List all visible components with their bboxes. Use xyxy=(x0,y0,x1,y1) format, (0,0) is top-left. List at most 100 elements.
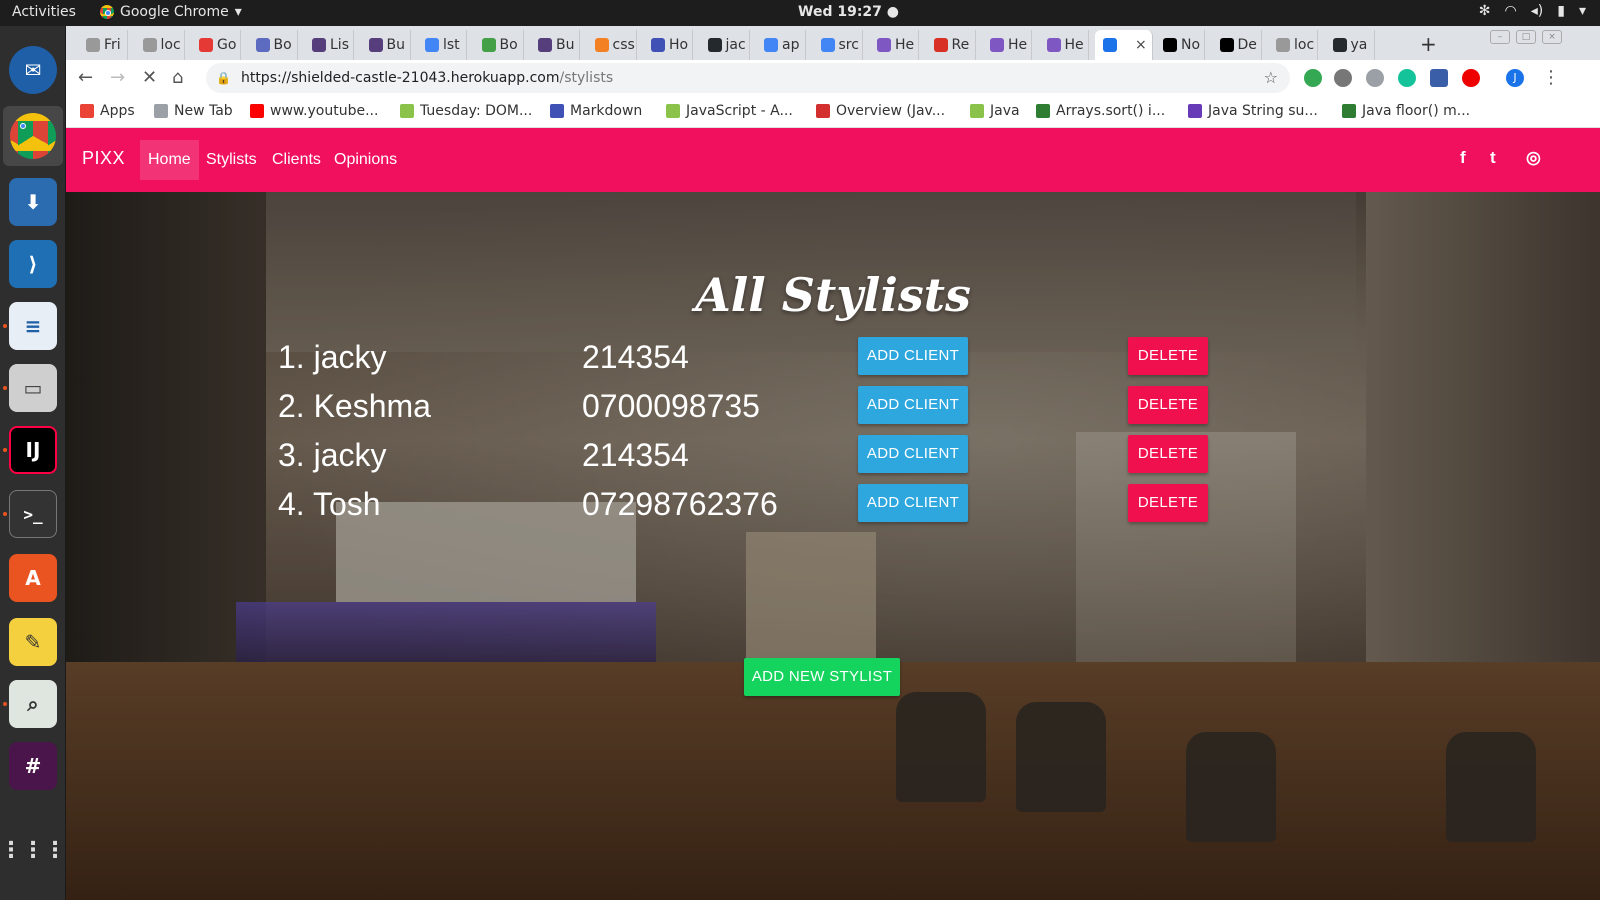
nav-home[interactable]: Home xyxy=(140,140,199,180)
bookmark-item[interactable]: Overview (Jav... xyxy=(816,103,945,119)
add-client-button[interactable]: ADD CLIENT xyxy=(858,484,968,522)
add-new-stylist-button[interactable]: ADD NEW STYLIST xyxy=(744,658,900,696)
app-grid-icon[interactable]: ⋮⋮⋮ xyxy=(0,826,66,874)
browser-tab[interactable]: loc xyxy=(135,30,185,60)
stop-loading-icon[interactable]: ✕ xyxy=(142,67,157,88)
browser-tab[interactable]: Ho xyxy=(643,30,693,60)
new-tab-button[interactable]: + xyxy=(1420,32,1437,56)
writer-icon[interactable]: ≡ xyxy=(9,302,57,350)
system-tray[interactable]: ✻ ◠ ◂) ▮ ▾ xyxy=(1479,3,1586,19)
menu-icon[interactable]: ⋮ xyxy=(1542,67,1560,88)
tab-active[interactable]: × xyxy=(1095,30,1153,60)
delete-button[interactable]: DELETE xyxy=(1128,484,1208,522)
bookmark-item[interactable]: Arrays.sort() i... xyxy=(1036,103,1165,119)
bookmark-item[interactable]: Java String su... xyxy=(1188,103,1318,119)
browser-tab[interactable]: jac xyxy=(700,30,750,60)
browser-tab[interactable]: Bo xyxy=(474,30,524,60)
tab-label: Fri xyxy=(104,37,121,53)
browser-tab[interactable]: He xyxy=(869,30,919,60)
running-indicator xyxy=(3,512,7,516)
browser-tab[interactable]: Bu xyxy=(361,30,411,60)
slack-tray-icon[interactable]: ✻ xyxy=(1479,3,1491,19)
nav-clients[interactable]: Clients xyxy=(264,140,329,180)
minimize-button[interactable]: – xyxy=(1490,30,1510,44)
browser-tab[interactable]: Go xyxy=(191,30,241,60)
thunderbird-icon[interactable]: ✉ xyxy=(9,46,57,94)
chrome-dock-icon[interactable] xyxy=(3,106,63,166)
browser-tab[interactable]: css xyxy=(587,30,637,60)
twitter-icon[interactable]: t xyxy=(1490,148,1496,168)
browser-tab[interactable]: Fri xyxy=(78,30,128,60)
add-client-button[interactable]: ADD CLIENT xyxy=(858,435,968,473)
forward-icon[interactable]: → xyxy=(110,67,125,88)
browser-tab[interactable]: ya xyxy=(1325,30,1375,60)
files-icon[interactable]: ▭ xyxy=(9,364,57,412)
app-menu[interactable]: Google Chrome ▾ xyxy=(100,4,242,20)
bookmark-item[interactable]: JavaScript - A... xyxy=(666,103,793,119)
add-client-button[interactable]: ADD CLIENT xyxy=(858,337,968,375)
extension-icon[interactable] xyxy=(1334,69,1352,87)
add-client-button[interactable]: ADD CLIENT xyxy=(858,386,968,424)
browser-tab[interactable]: Bu xyxy=(530,30,580,60)
clock[interactable]: Wed 19:27 ● xyxy=(798,4,899,20)
browser-tab[interactable]: No xyxy=(1155,30,1205,60)
back-icon[interactable]: ← xyxy=(78,67,93,88)
bookmark-item[interactable]: Tuesday: DOM... xyxy=(400,103,532,119)
activities-button[interactable]: Activities xyxy=(12,4,76,20)
stylist-phone: 0700098735 xyxy=(582,388,760,424)
tab-label: Bo xyxy=(499,37,518,53)
chevron-down-icon[interactable]: ▾ xyxy=(1579,3,1586,19)
search-tool-icon[interactable]: ⌕ xyxy=(9,680,57,728)
notes-icon[interactable]: ✎ xyxy=(9,618,57,666)
facebook-icon[interactable]: f xyxy=(1460,148,1466,168)
browser-tab[interactable]: He xyxy=(1039,30,1089,60)
slack-icon[interactable]: # xyxy=(9,742,57,790)
bookmark-item[interactable]: Java xyxy=(970,103,1020,119)
extension-icon[interactable] xyxy=(1430,69,1448,87)
bookmark-item[interactable]: Markdown xyxy=(550,103,642,119)
close-window-button[interactable]: × xyxy=(1542,30,1562,44)
bookmark-item[interactable]: Java floor() m... xyxy=(1342,103,1470,119)
delete-button[interactable]: DELETE xyxy=(1128,435,1208,473)
bookmark-item[interactable]: Apps xyxy=(80,103,135,119)
browser-tab[interactable]: src xyxy=(813,30,863,60)
downloader-icon[interactable]: ⬇ xyxy=(9,178,57,226)
adblock-icon[interactable] xyxy=(1462,69,1480,87)
wifi-icon[interactable]: ◠ xyxy=(1505,3,1517,19)
battery-icon[interactable]: ▮ xyxy=(1557,3,1565,19)
tab-favicon-icon xyxy=(877,38,891,52)
url-host: https://shielded-castle-21043.herokuapp.… xyxy=(240,70,560,86)
bookmark-item[interactable]: New Tab xyxy=(154,103,233,119)
volume-icon[interactable]: ◂) xyxy=(1531,3,1544,19)
browser-tab[interactable]: He xyxy=(982,30,1032,60)
browser-tab[interactable]: loc xyxy=(1268,30,1318,60)
site-brand[interactable]: PIXX xyxy=(82,148,125,169)
browser-tab[interactable]: lst xyxy=(417,30,467,60)
browser-tab[interactable]: Re xyxy=(926,30,976,60)
tab-close-icon[interactable]: × xyxy=(1135,37,1147,53)
bookmark-item[interactable]: www.youtube... xyxy=(250,103,378,119)
instagram-icon[interactable]: ◎ xyxy=(1526,148,1541,168)
shield-extension-icon[interactable] xyxy=(1304,69,1322,87)
bookmark-star-icon[interactable]: ☆ xyxy=(1264,68,1278,87)
vscode-icon[interactable]: ⟩ xyxy=(9,240,57,288)
grammarly-icon[interactable] xyxy=(1398,69,1416,87)
stylist-phone: 214354 xyxy=(582,437,689,473)
nav-stylists[interactable]: Stylists xyxy=(198,140,265,180)
browser-tab[interactable]: Lis xyxy=(304,30,354,60)
tab-favicon-icon xyxy=(1332,38,1347,52)
home-icon[interactable]: ⌂ xyxy=(172,67,183,88)
profile-avatar[interactable]: J xyxy=(1506,69,1524,87)
delete-button[interactable]: DELETE xyxy=(1128,386,1208,424)
browser-tab[interactable]: ap xyxy=(756,30,806,60)
nav-opinions[interactable]: Opinions xyxy=(326,140,405,180)
address-bar[interactable]: 🔒 https://shielded-castle-21043.herokuap… xyxy=(206,63,1290,93)
browser-tab[interactable]: Bo xyxy=(248,30,298,60)
browser-tab[interactable]: De xyxy=(1212,30,1262,60)
terminal-icon[interactable]: >_ xyxy=(9,490,57,538)
maximize-button[interactable]: □ xyxy=(1516,30,1536,44)
software-center-icon[interactable]: A xyxy=(9,554,57,602)
delete-button[interactable]: DELETE xyxy=(1128,337,1208,375)
intellij-icon[interactable]: IJ xyxy=(9,426,57,474)
download-extension-icon[interactable] xyxy=(1366,69,1384,87)
